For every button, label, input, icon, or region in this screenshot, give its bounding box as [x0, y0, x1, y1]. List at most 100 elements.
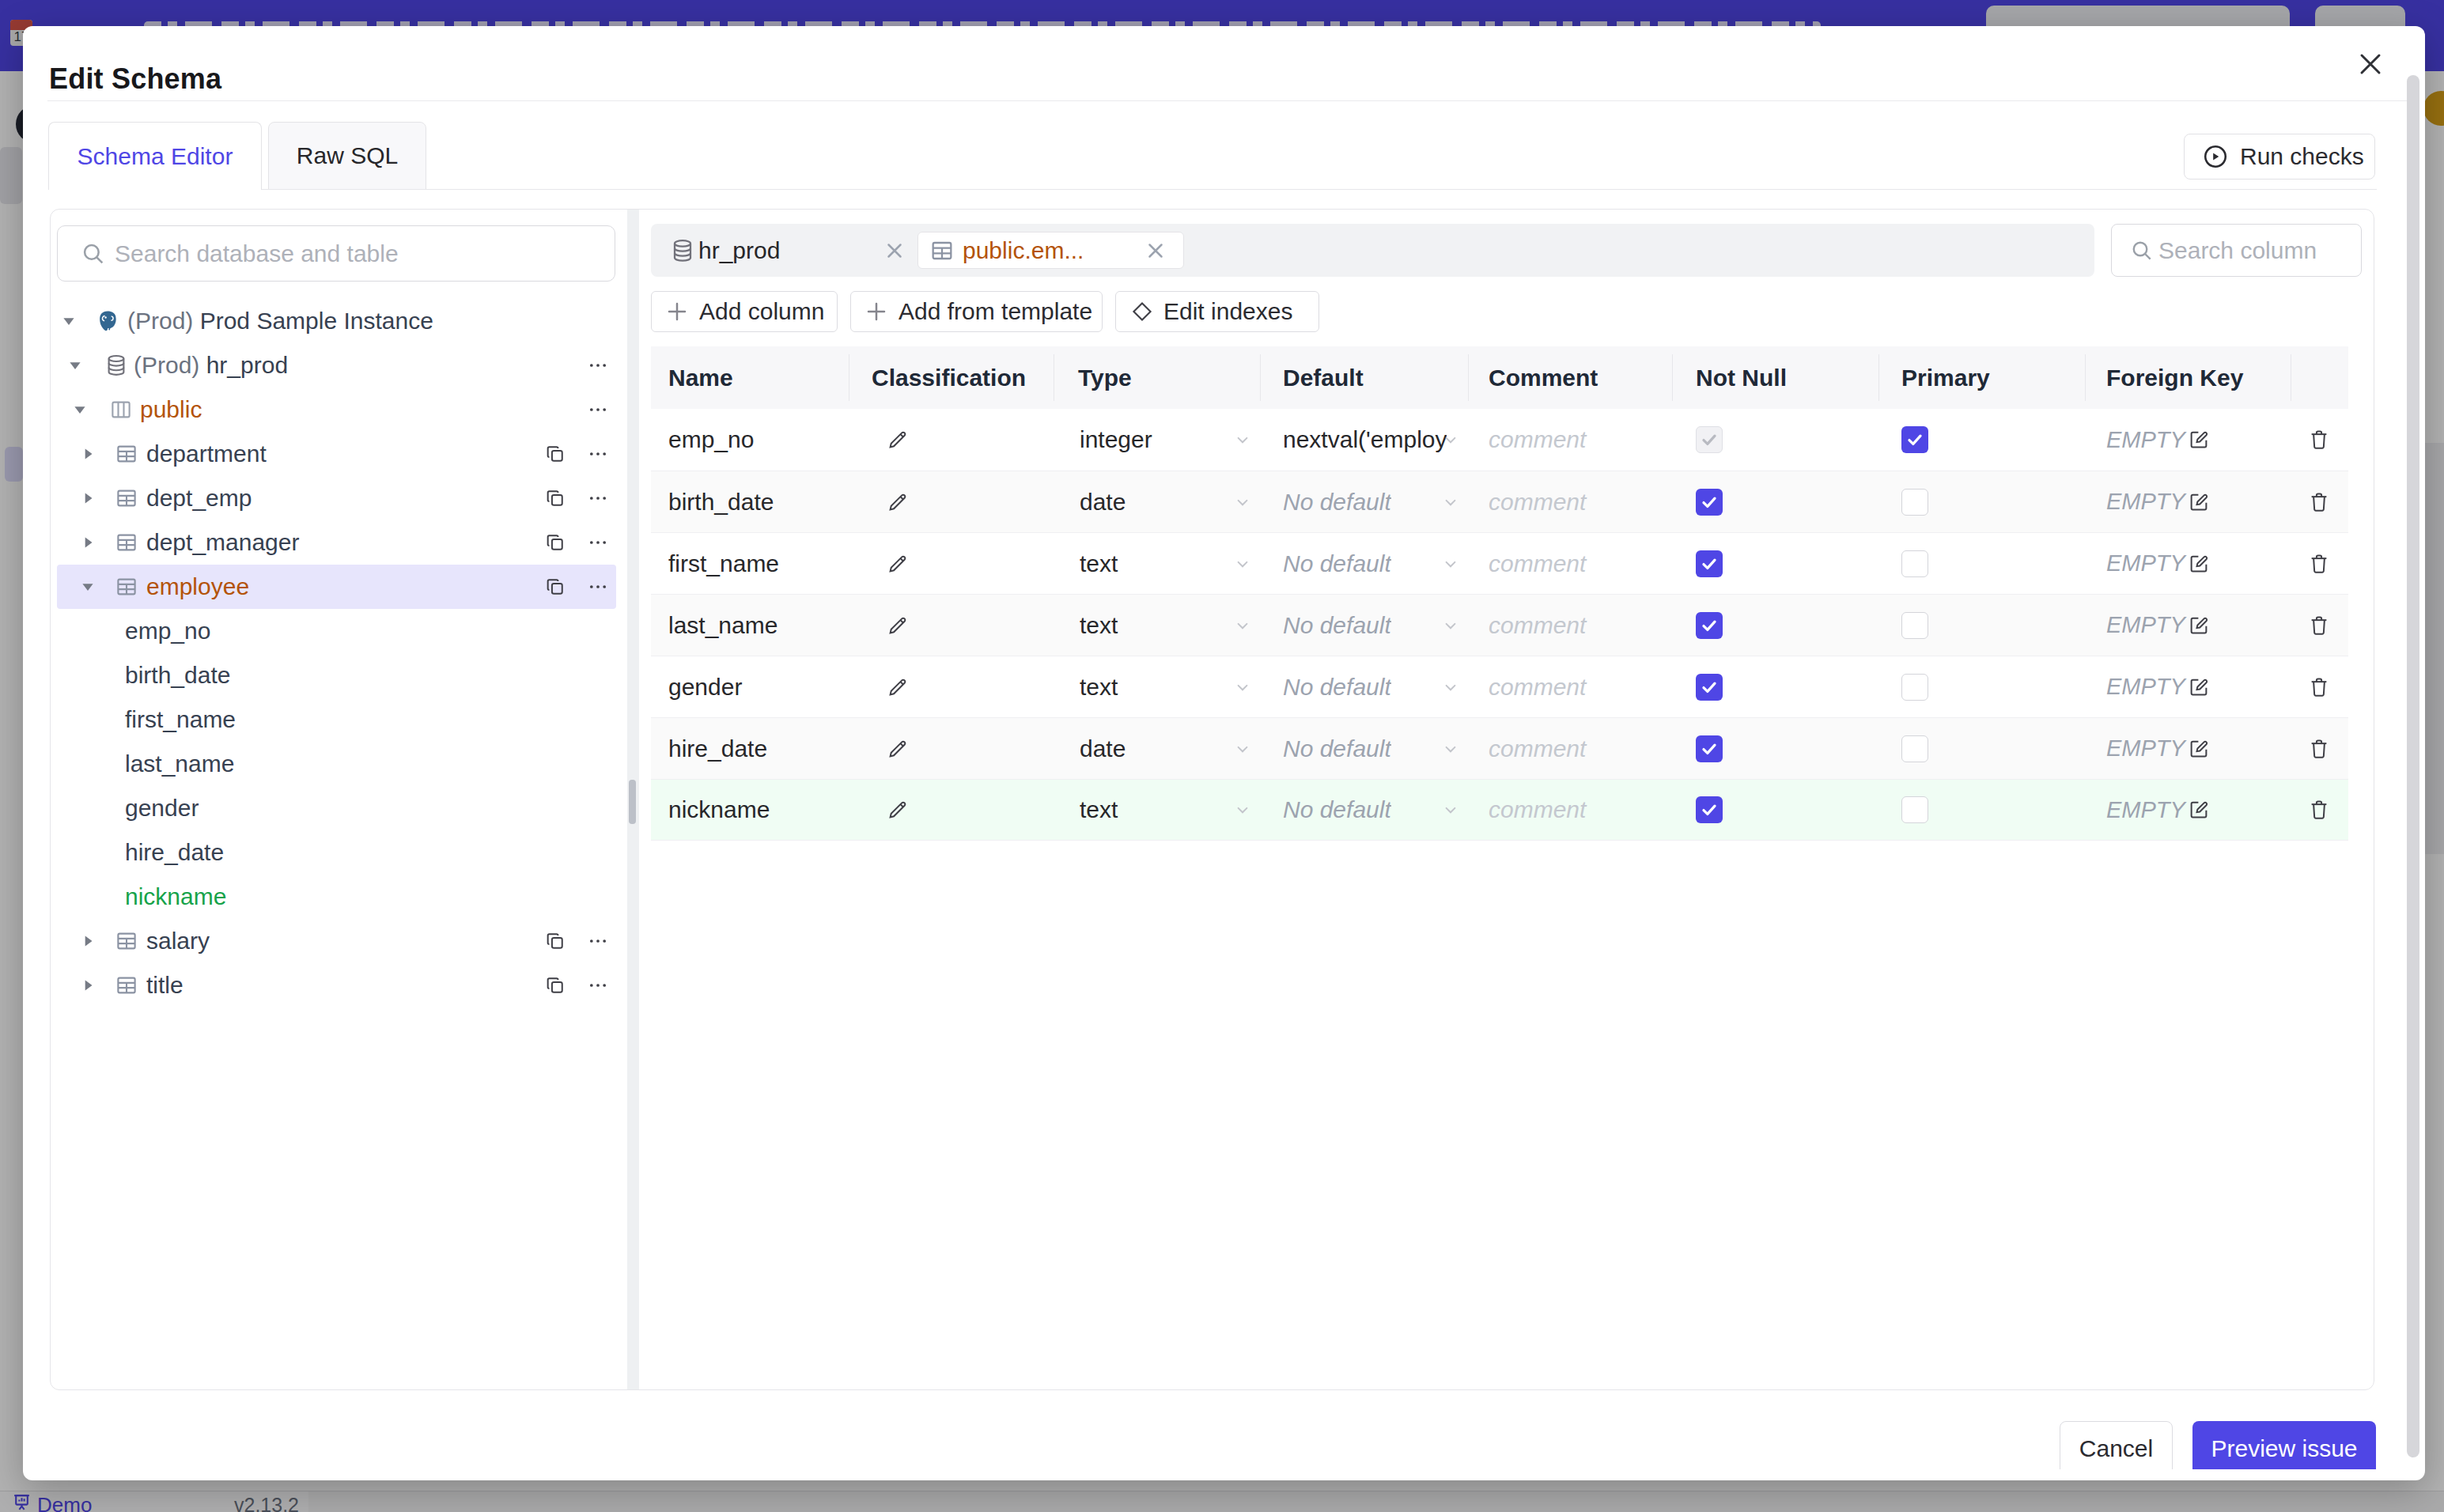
column-type-select[interactable]: integer — [1080, 409, 1152, 471]
delete-column-icon[interactable] — [2307, 718, 2331, 779]
checkbox-unchecked[interactable] — [1901, 735, 1928, 762]
column-name[interactable]: hire_date — [668, 718, 767, 779]
duplicate-table-icon[interactable] — [544, 443, 566, 465]
caret-down-icon[interactable] — [60, 312, 78, 330]
column-type-select[interactable]: text — [1080, 533, 1118, 594]
foreign-key-edit-icon[interactable] — [2187, 428, 2211, 452]
column-name[interactable]: first_name — [668, 533, 779, 594]
column-default-select[interactable]: No default — [1283, 718, 1391, 779]
duplicate-table-icon[interactable] — [544, 576, 566, 598]
tree-node-first-name[interactable]: first_name — [51, 697, 627, 742]
table-chip[interactable]: public.em... — [917, 232, 1184, 269]
more-actions-icon[interactable] — [587, 930, 609, 952]
column-comment-input[interactable]: comment — [1489, 471, 1586, 532]
duplicate-table-icon[interactable] — [544, 531, 566, 554]
modal-scrollbar[interactable] — [2407, 75, 2419, 1457]
tree-node-birth-date[interactable]: birth_date — [51, 653, 627, 697]
column-name[interactable]: nickname — [668, 780, 770, 840]
checkbox-checked[interactable] — [1901, 426, 1928, 453]
tree-node-last-name[interactable]: last_name — [51, 742, 627, 786]
foreign-key-edit-icon[interactable] — [2187, 798, 2211, 822]
delete-column-icon[interactable] — [2307, 656, 2331, 717]
column-comment-input[interactable]: comment — [1489, 533, 1586, 594]
duplicate-table-icon[interactable] — [544, 930, 566, 952]
checkbox-unchecked[interactable] — [1901, 674, 1928, 701]
remove-database-chip-icon[interactable] — [883, 239, 906, 263]
caret-down-icon[interactable] — [79, 578, 96, 595]
column-name[interactable]: gender — [668, 656, 742, 717]
classification-edit-icon[interactable] — [886, 656, 910, 717]
checkbox-unchecked[interactable] — [1901, 550, 1928, 577]
column-default-select[interactable]: No default — [1283, 533, 1391, 594]
tree-node-hr-prod[interactable]: (Prod) hr_prod — [51, 343, 627, 387]
edit-indexes-button[interactable]: Edit indexes — [1115, 291, 1319, 332]
checkbox-checked-disabled[interactable] — [1696, 426, 1723, 453]
duplicate-table-icon[interactable] — [544, 487, 566, 509]
column-search-input[interactable]: Search column — [2111, 224, 2362, 277]
checkbox-unchecked[interactable] — [1901, 612, 1928, 639]
tree-node-hire-date[interactable]: hire_date — [51, 830, 627, 875]
checkbox-checked[interactable] — [1696, 612, 1723, 639]
delete-column-icon[interactable] — [2307, 595, 2331, 656]
classification-edit-icon[interactable] — [886, 533, 910, 594]
column-default-select[interactable]: No default — [1283, 595, 1391, 656]
caret-right-icon[interactable] — [79, 445, 96, 463]
checkbox-unchecked[interactable] — [1901, 489, 1928, 516]
column-comment-input[interactable]: comment — [1489, 595, 1586, 656]
column-comment-input[interactable]: comment — [1489, 780, 1586, 840]
tab-schema-editor[interactable]: Schema Editor — [48, 122, 262, 190]
close-icon[interactable] — [2356, 50, 2385, 78]
column-default-select[interactable]: No default — [1283, 780, 1391, 840]
foreign-key-edit-icon[interactable] — [2187, 614, 2211, 637]
caret-right-icon[interactable] — [79, 490, 96, 507]
checkbox-checked[interactable] — [1696, 550, 1723, 577]
tree-node-salary[interactable]: salary — [51, 919, 627, 963]
checkbox-checked[interactable] — [1696, 735, 1723, 762]
classification-edit-icon[interactable] — [886, 595, 910, 656]
more-actions-icon[interactable] — [587, 576, 609, 598]
caret-right-icon[interactable] — [79, 977, 96, 994]
more-actions-icon[interactable] — [587, 443, 609, 465]
more-actions-icon[interactable] — [587, 399, 609, 421]
column-type-select[interactable]: date — [1080, 471, 1126, 532]
tree-node-prod-sample-instance[interactable]: (Prod) Prod Sample Instance — [51, 299, 627, 343]
checkbox-checked[interactable] — [1696, 796, 1723, 823]
more-actions-icon[interactable] — [587, 974, 609, 996]
column-name[interactable]: emp_no — [668, 409, 754, 471]
classification-edit-icon[interactable] — [886, 780, 910, 840]
run-checks-button[interactable]: Run checks — [2184, 134, 2375, 180]
column-type-select[interactable]: text — [1080, 595, 1118, 656]
tree-node-employee[interactable]: employee — [51, 565, 627, 609]
caret-down-icon[interactable] — [71, 401, 89, 418]
foreign-key-edit-icon[interactable] — [2187, 490, 2211, 514]
more-actions-icon[interactable] — [587, 354, 609, 376]
delete-column-icon[interactable] — [2307, 533, 2331, 594]
tree-node-title[interactable]: title — [51, 963, 627, 1007]
more-actions-icon[interactable] — [587, 531, 609, 554]
column-comment-input[interactable]: comment — [1489, 656, 1586, 717]
classification-edit-icon[interactable] — [886, 471, 910, 532]
column-comment-input[interactable]: comment — [1489, 409, 1586, 471]
checkbox-unchecked[interactable] — [1901, 796, 1928, 823]
foreign-key-edit-icon[interactable] — [2187, 552, 2211, 576]
cancel-button[interactable]: Cancel — [2060, 1421, 2173, 1469]
caret-right-icon[interactable] — [79, 932, 96, 950]
tree-node-dept-emp[interactable]: dept_emp — [51, 476, 627, 520]
checkbox-checked[interactable] — [1696, 674, 1723, 701]
delete-column-icon[interactable] — [2307, 471, 2331, 532]
tree-node-nickname[interactable]: nickname — [51, 875, 627, 919]
caret-down-icon[interactable] — [66, 357, 84, 374]
column-name[interactable]: last_name — [668, 595, 777, 656]
tree-node-dept-manager[interactable]: dept_manager — [51, 520, 627, 565]
more-actions-icon[interactable] — [587, 487, 609, 509]
column-type-select[interactable]: text — [1080, 656, 1118, 717]
foreign-key-edit-icon[interactable] — [2187, 675, 2211, 699]
tree-search-input[interactable]: Search database and table — [57, 225, 615, 282]
pane-resize-handle[interactable] — [629, 780, 636, 824]
checkbox-checked[interactable] — [1696, 489, 1723, 516]
add-column-button[interactable]: Add column — [651, 291, 838, 332]
classification-edit-icon[interactable] — [886, 409, 910, 471]
remove-table-chip-icon[interactable] — [1144, 239, 1167, 263]
column-default-select[interactable]: nextval('employ — [1283, 409, 1447, 471]
column-default-select[interactable]: No default — [1283, 471, 1391, 532]
